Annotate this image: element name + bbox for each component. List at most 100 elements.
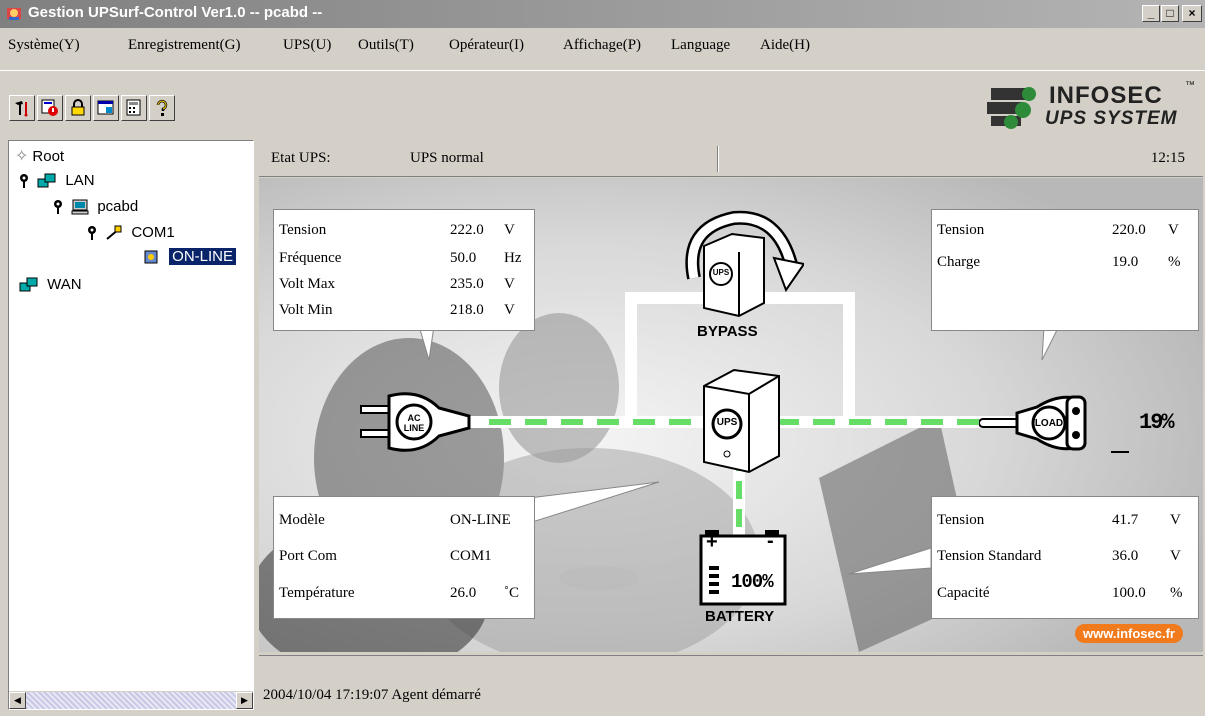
- schedule-button[interactable]: [37, 95, 63, 121]
- info-port-value: COM1: [450, 548, 492, 564]
- info-port-label: Port Com: [279, 548, 337, 564]
- battery-standard-label: Tension Standard: [937, 548, 1042, 564]
- port-icon: [106, 225, 122, 240]
- input-voltmin-value: 218.0: [450, 302, 484, 318]
- close-button[interactable]: ×: [1182, 5, 1202, 22]
- device-tree[interactable]: ✧ Root LAN pcabd COM1 ON-LINE WAN ◀ ▶: [8, 140, 254, 710]
- battery-tension-unit: V: [1170, 512, 1181, 528]
- battery-capacity-value: 100.0: [1112, 585, 1146, 601]
- scroll-left-arrow-icon[interactable]: ◀: [9, 692, 26, 709]
- output-tension-label: Tension: [937, 222, 985, 238]
- tree-node-lan[interactable]: LAN: [19, 171, 95, 191]
- logo-brand: INFOSEC: [1049, 82, 1163, 109]
- ac-line-plug-icon: [360, 392, 471, 452]
- tree-label-pcabd: pcabd: [97, 198, 139, 215]
- output-bubble-tail: [1041, 325, 1060, 361]
- menu-enregistrement[interactable]: Enregistrement(G): [128, 37, 240, 54]
- help-button[interactable]: [149, 95, 175, 121]
- bypass-label: BYPASS: [697, 323, 758, 340]
- network-icon: [19, 277, 38, 292]
- load-label: LOAD: [1034, 418, 1064, 429]
- tree-horizontal-scrollbar[interactable]: ◀ ▶: [9, 691, 253, 709]
- input-voltmin-unit: V: [504, 302, 515, 318]
- network-icon: [37, 173, 56, 188]
- battery-label: BATTERY: [705, 608, 775, 625]
- minimize-button[interactable]: _: [1142, 5, 1160, 22]
- calculator-icon: [126, 99, 141, 116]
- menu-bar: Système(Y) Enregistrement(G) UPS(U) Outi…: [0, 28, 1205, 68]
- output-charge-label: Charge: [937, 254, 981, 270]
- tree-node-wan[interactable]: WAN: [19, 275, 82, 295]
- infosec-logo: INFOSEC ™ UPS SYSTEM: [985, 80, 1197, 132]
- input-voltmax-label: Volt Max: [279, 276, 335, 292]
- menu-language[interactable]: Language: [671, 37, 730, 54]
- window-title: Gestion UPSurf-Control Ver1.0 -- pcabd -…: [28, 4, 323, 21]
- input-voltmax-unit: V: [504, 276, 515, 292]
- logo-tm: ™: [1185, 80, 1195, 91]
- tree-label-root: Root: [32, 148, 65, 165]
- ups-device-icon: [144, 250, 158, 264]
- bypass-ups-label: UPS: [712, 268, 730, 277]
- input-voltmin-label: Volt Min: [279, 302, 333, 318]
- menu-systeme[interactable]: Système(Y): [8, 37, 80, 54]
- battery-minus: -: [767, 530, 774, 552]
- input-info-bubble: Tension 222.0 V Fréquence 50.0 Hz Volt M…: [273, 209, 535, 331]
- menu-aide[interactable]: Aide(H): [760, 37, 810, 54]
- infosec-url-badge[interactable]: www.infosec.fr: [1075, 624, 1183, 643]
- battery-capacity-unit: %: [1170, 585, 1183, 601]
- bypass-ups-icon: [685, 210, 804, 318]
- battery-standard-value: 36.0: [1112, 548, 1139, 564]
- tree-label-lan: LAN: [65, 172, 95, 189]
- log-message: 2004/10/04 17:19:07 Agent démarré: [263, 687, 481, 703]
- battery-percent-display: 100%: [731, 571, 774, 593]
- status-label: Etat UPS:: [271, 150, 331, 166]
- battery-bubble-tail: [848, 547, 932, 575]
- info-bubble-tail: [528, 481, 660, 524]
- pin-icon: [88, 226, 96, 241]
- battery-capacity-label: Capacité: [937, 585, 990, 601]
- ups-unit-icon: [703, 368, 780, 474]
- input-frequency-value: 50.0: [450, 250, 477, 266]
- title-bar[interactable]: Gestion UPSurf-Control Ver1.0 -- pcabd -…: [0, 0, 1205, 28]
- tree-node-com1[interactable]: COM1: [87, 223, 175, 243]
- computer-icon: [71, 199, 89, 215]
- status-divider: [717, 146, 719, 172]
- scroll-right-arrow-icon[interactable]: ▶: [236, 692, 253, 709]
- info-temperature-value: 26.0: [450, 585, 477, 601]
- battery-tension-value: 41.7: [1112, 512, 1139, 528]
- input-tension-label: Tension: [279, 222, 327, 238]
- menu-ups[interactable]: UPS(U): [283, 37, 331, 54]
- schedule-icon: [41, 99, 58, 116]
- load-percent-display: 19%: [1139, 410, 1175, 435]
- scroll-thumb[interactable]: [26, 692, 236, 709]
- battery-info-bubble: Tension 41.7 V Tension Standard 36.0 V C…: [931, 496, 1199, 619]
- tools-button[interactable]: [9, 95, 35, 121]
- menu-outils[interactable]: Outils(T): [358, 37, 414, 54]
- tools-icon: [15, 101, 28, 117]
- output-charge-value: 19.0: [1112, 254, 1139, 270]
- menu-affichage[interactable]: Affichage(P): [563, 37, 641, 54]
- output-tension-unit: V: [1168, 222, 1179, 238]
- load-bar-indicator: [1111, 451, 1129, 453]
- menu-operateur[interactable]: Opérateur(I): [449, 37, 524, 54]
- ups-diagram-panel: AC LINE UPS UPS BYPASS LOAD 19% + - 100%: [259, 178, 1203, 652]
- input-frequency-label: Fréquence: [279, 250, 342, 266]
- tree-node-root[interactable]: ✧ Root: [15, 147, 64, 167]
- info-model-value: ON-LINE: [450, 512, 511, 528]
- ups-status-header: Etat UPS: UPS normal 12:15: [259, 142, 1203, 177]
- tree-label-online: ON-LINE: [169, 248, 237, 265]
- tree-node-pcabd[interactable]: pcabd: [53, 197, 138, 217]
- status-time: 12:15: [1150, 150, 1185, 166]
- help-icon: [156, 99, 168, 116]
- tree-node-online[interactable]: ON-LINE: [143, 247, 237, 267]
- tree-label-com1: COM1: [131, 224, 175, 241]
- ac-line-label: AC LINE: [403, 413, 425, 433]
- input-tension-unit: V: [504, 222, 515, 238]
- lock-button[interactable]: [65, 95, 91, 121]
- window-button[interactable]: [93, 95, 119, 121]
- output-tension-value: 220.0: [1112, 222, 1146, 238]
- tree-label-wan: WAN: [47, 276, 82, 293]
- logo-subtitle: UPS SYSTEM: [1045, 108, 1178, 129]
- maximize-button[interactable]: □: [1161, 5, 1179, 22]
- calculator-button[interactable]: [121, 95, 147, 121]
